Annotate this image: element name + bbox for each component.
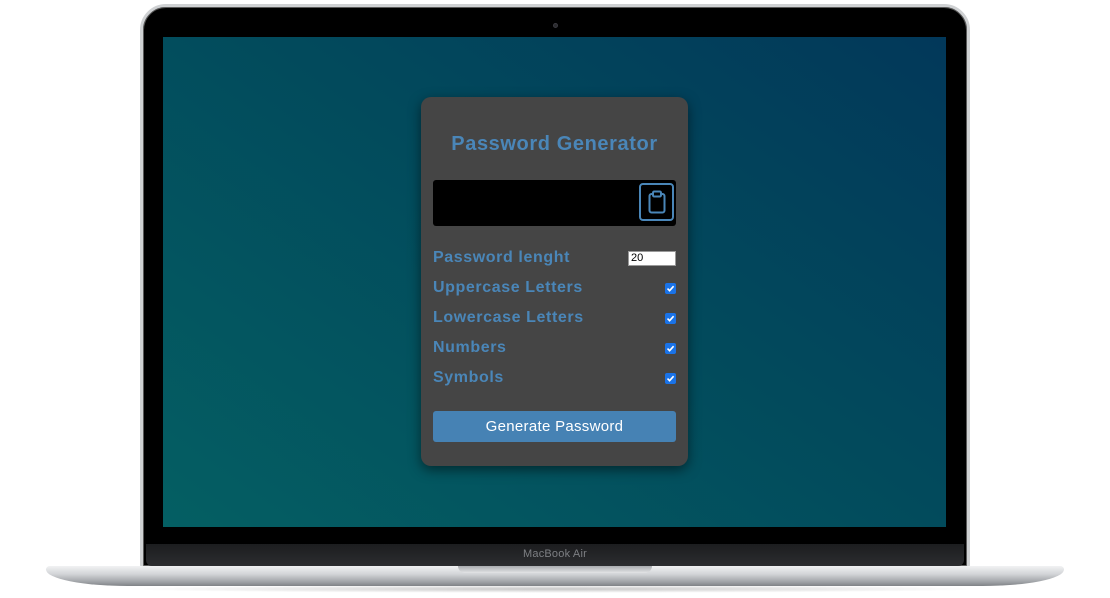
setting-numbers-row: Numbers	[433, 338, 676, 358]
lowercase-checkbox[interactable]	[665, 312, 676, 324]
checkmark-icon	[666, 315, 675, 322]
password-generator-card: Password Generator Password lenght Upper…	[421, 97, 688, 466]
lowercase-label: Lowercase Letters	[433, 309, 584, 326]
setting-symbols-row: Symbols	[433, 368, 676, 388]
length-input[interactable]	[628, 250, 676, 266]
setting-uppercase-row: Uppercase Letters	[433, 278, 676, 298]
checkmark-icon	[666, 375, 675, 382]
laptop-mockup: MacBook Air Password Generator Password …	[0, 0, 1110, 598]
setting-length-row: Password lenght	[433, 248, 676, 268]
uppercase-label: Uppercase Letters	[433, 279, 583, 296]
camera-icon	[553, 23, 558, 28]
copy-clipboard-button[interactable]	[639, 183, 674, 221]
laptop-hinge-notch	[458, 566, 652, 573]
device-brand-label: MacBook Air	[523, 548, 587, 560]
laptop-shadow	[120, 585, 990, 593]
app-title: Password Generator	[451, 133, 658, 155]
symbols-label: Symbols	[433, 369, 504, 386]
checkmark-icon	[666, 345, 675, 352]
symbols-checkbox[interactable]	[665, 372, 676, 384]
numbers-label: Numbers	[433, 339, 507, 356]
checkmark-icon	[666, 285, 675, 292]
setting-lowercase-row: Lowercase Letters	[433, 308, 676, 328]
numbers-checkbox[interactable]	[665, 342, 676, 354]
generate-password-button[interactable]: Generate Password	[433, 411, 676, 442]
length-label: Password lenght	[433, 249, 571, 266]
password-result-box	[433, 180, 676, 226]
clipboard-icon	[648, 190, 665, 214]
uppercase-checkbox[interactable]	[665, 282, 676, 294]
